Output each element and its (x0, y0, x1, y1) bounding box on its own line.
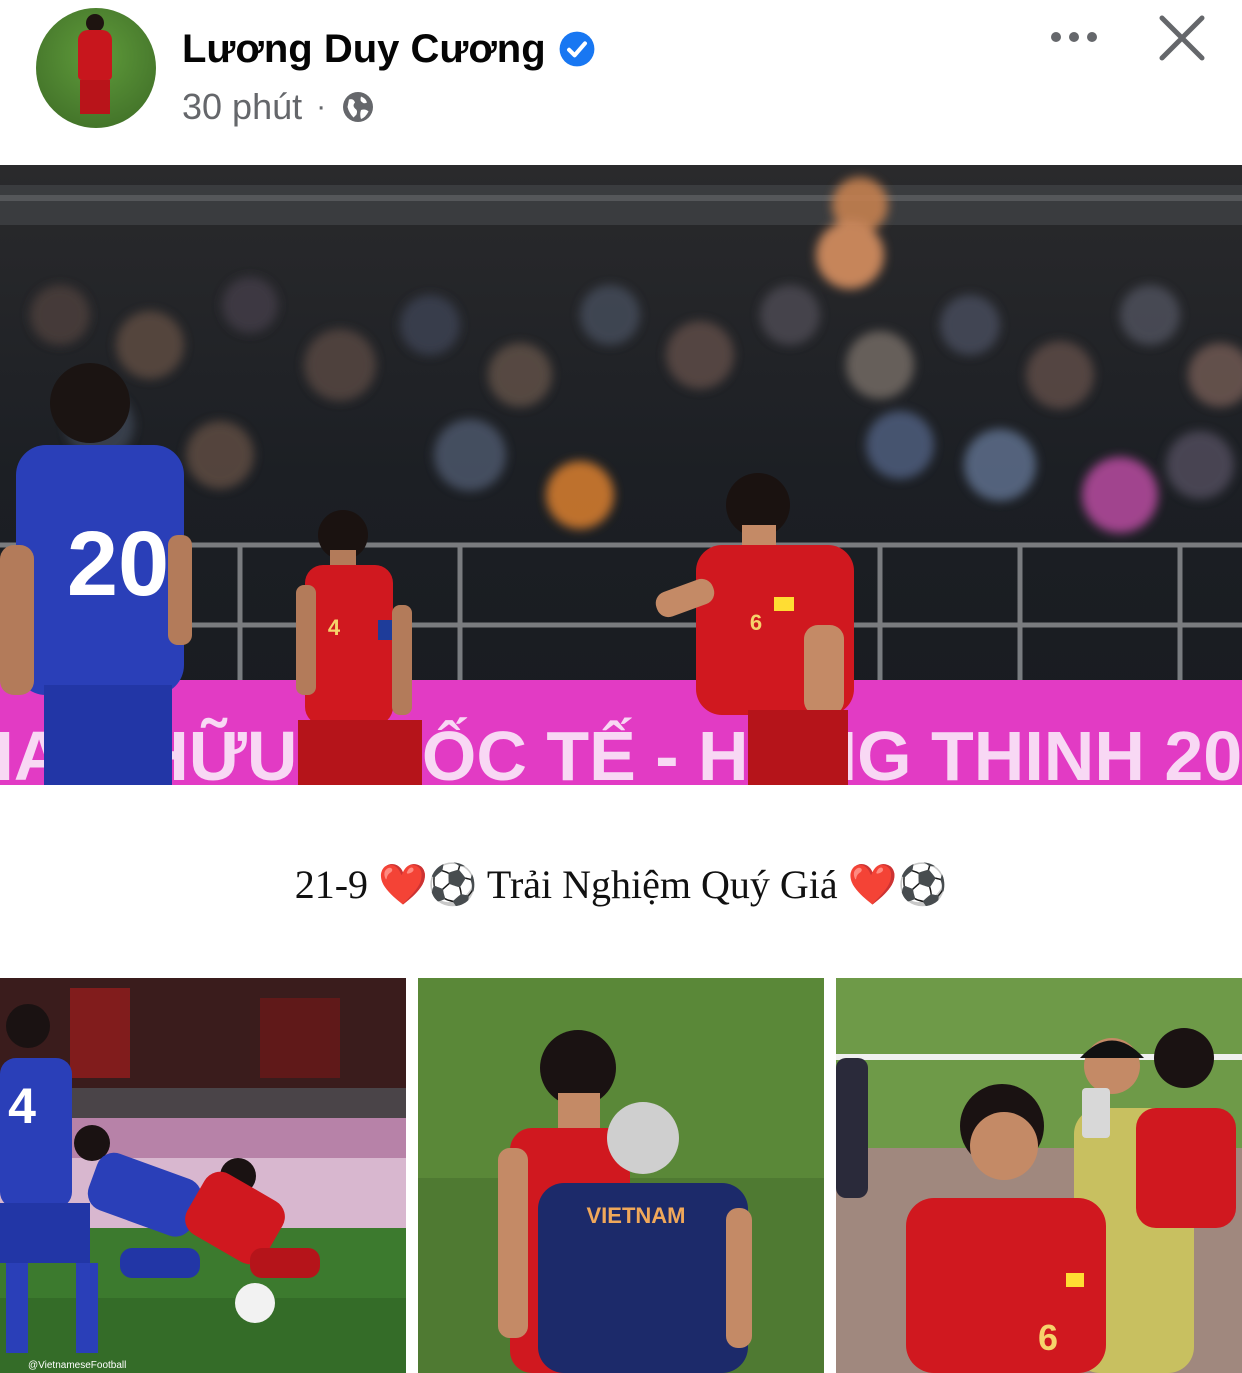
main-player-right-number: 6 (750, 610, 762, 635)
author-name-row: Lương Duy Cương (182, 26, 596, 72)
main-player-left-number: 20 (67, 513, 169, 615)
avatar-player-body (78, 30, 112, 80)
thumb3-player-number: 6 (1038, 1317, 1058, 1358)
author-avatar[interactable] (36, 8, 156, 128)
main-photo[interactable]: GIAO HỮU QUỐC TẾ - HƯNG THỊNH 2022 20 4 (0, 165, 1242, 785)
thumb2-shirt-text: VIETNAM (587, 1203, 686, 1228)
post-header: Lương Duy Cương 30 phút · (0, 0, 1242, 160)
thumb1-watermark: @VietnameseFootball (28, 1360, 126, 1371)
verified-badge-icon (559, 31, 595, 67)
avatar-player-legs (80, 80, 110, 114)
more-options-icon[interactable] (1046, 20, 1102, 54)
post-timestamp[interactable]: 30 phút (182, 86, 302, 128)
thumb1-player-number: 4 (8, 1078, 36, 1134)
photo-thumbnail-2[interactable]: VIETNAM (418, 978, 824, 1373)
meta-separator: · (316, 90, 327, 123)
photo-thumbnail-3[interactable]: 6 (836, 978, 1242, 1373)
globe-icon (343, 92, 374, 122)
main-banner-text: GIAO HỮU QUỐC TẾ - HƯNG THỊNH 2022 (0, 716, 1242, 785)
post-meta: 30 phút · (182, 86, 376, 128)
main-player-middle-number: 4 (328, 615, 341, 640)
photo-thumbnail-1[interactable]: 4 @VietnameseFootball (0, 978, 406, 1373)
post-caption: 21-9 ❤️⚽️ Trải Nghiệm Quý Giá ❤️⚽️ (294, 862, 948, 907)
author-name[interactable]: Lương Duy Cương (182, 26, 546, 72)
close-icon[interactable] (1156, 12, 1208, 64)
